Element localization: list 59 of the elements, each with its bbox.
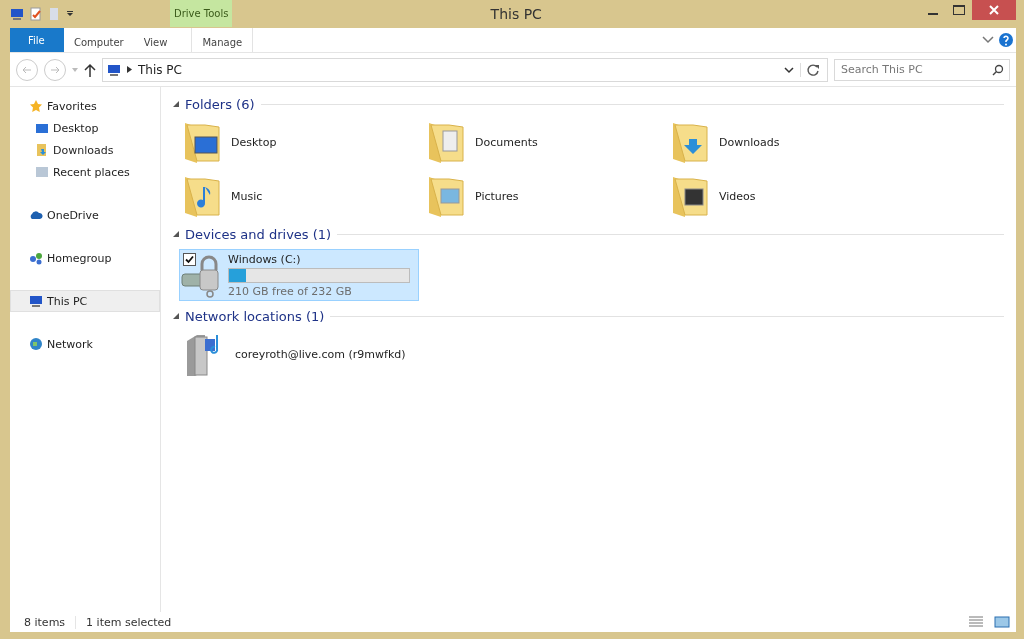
computer-icon (107, 62, 121, 77)
recent-places-icon (35, 165, 49, 179)
section-title[interactable]: Network locations (1) (185, 308, 325, 324)
free-space-text: 210 GB free of 232 GB (228, 284, 353, 298)
large-icons-view-icon[interactable] (994, 615, 1010, 629)
sidebar-item[interactable]: Recent places (10, 161, 160, 183)
sidebar-item[interactable]: Homegroup (10, 247, 160, 269)
sidebar-item[interactable]: OneDrive (10, 204, 160, 226)
window-title: This PC (489, 5, 543, 24)
folder-item[interactable]: Music (183, 169, 427, 223)
cloud-icon (29, 208, 43, 222)
arrow-left-icon (22, 64, 32, 75)
folder-item[interactable]: Downloads (671, 115, 915, 169)
sidebar-item[interactable]: This PC (10, 290, 160, 312)
address-path: This PC (138, 62, 183, 77)
section-title[interactable]: Folders (6) (185, 96, 255, 112)
arrow-right-icon (50, 64, 60, 75)
collapse-caret-icon[interactable] (173, 231, 179, 237)
close-icon (989, 5, 999, 15)
folder-item[interactable]: Documents (427, 115, 671, 169)
sidebar-item[interactable]: Desktop (10, 117, 160, 139)
folder-item[interactable]: Videos (671, 169, 915, 223)
drive-tile[interactable]: Windows (C:) 210 GB free of 232 GB (179, 249, 419, 301)
computer-icon (29, 294, 43, 308)
homegroup-icon (29, 251, 43, 265)
selection-count: 1 item selected (75, 615, 172, 629)
folder-icon (35, 143, 49, 157)
folder-item[interactable]: Pictures (427, 169, 671, 223)
collapse-caret-icon[interactable] (173, 101, 179, 107)
checkbox[interactable] (183, 253, 196, 266)
section-title[interactable]: Devices and drives (1) (185, 226, 332, 242)
context-tab-label: Drive Tools (170, 0, 233, 27)
ribbon-tab[interactable]: View (133, 28, 178, 52)
address-bar[interactable]: This PC (102, 57, 828, 82)
file-tab[interactable]: File (10, 28, 64, 52)
sidebar-item[interactable]: Favorites (10, 95, 160, 117)
sidebar-item[interactable]: Network (10, 333, 160, 355)
drive-label: Windows (C:) (228, 252, 302, 266)
star-icon (29, 99, 43, 113)
search-field[interactable]: Search This PC (834, 58, 1010, 81)
properties-icon[interactable] (30, 7, 42, 21)
close-button[interactable] (972, 0, 1016, 20)
item-count: 8 items (24, 615, 66, 629)
globe-icon (29, 337, 43, 351)
up-arrow-icon[interactable] (84, 62, 96, 77)
maximize-icon (953, 5, 965, 15)
folder-item[interactable]: Desktop (183, 115, 427, 169)
search-icon (992, 63, 1004, 76)
chevron-right-icon (127, 66, 132, 73)
chevron-down-icon[interactable] (784, 65, 794, 74)
computer-icon[interactable] (10, 8, 24, 20)
sidebar-item[interactable]: Downloads (10, 139, 160, 161)
collapse-caret-icon[interactable] (173, 313, 179, 319)
dropdown-icon[interactable] (66, 10, 74, 18)
monitor-icon (35, 121, 49, 135)
minimize-icon (928, 13, 938, 15)
network-location-item[interactable]: coreyroth@live.com (r9mwfkd) (173, 327, 1004, 381)
ribbon-tab[interactable]: Computer (64, 28, 134, 52)
ribbon-tab[interactable]: Manage (191, 28, 254, 52)
